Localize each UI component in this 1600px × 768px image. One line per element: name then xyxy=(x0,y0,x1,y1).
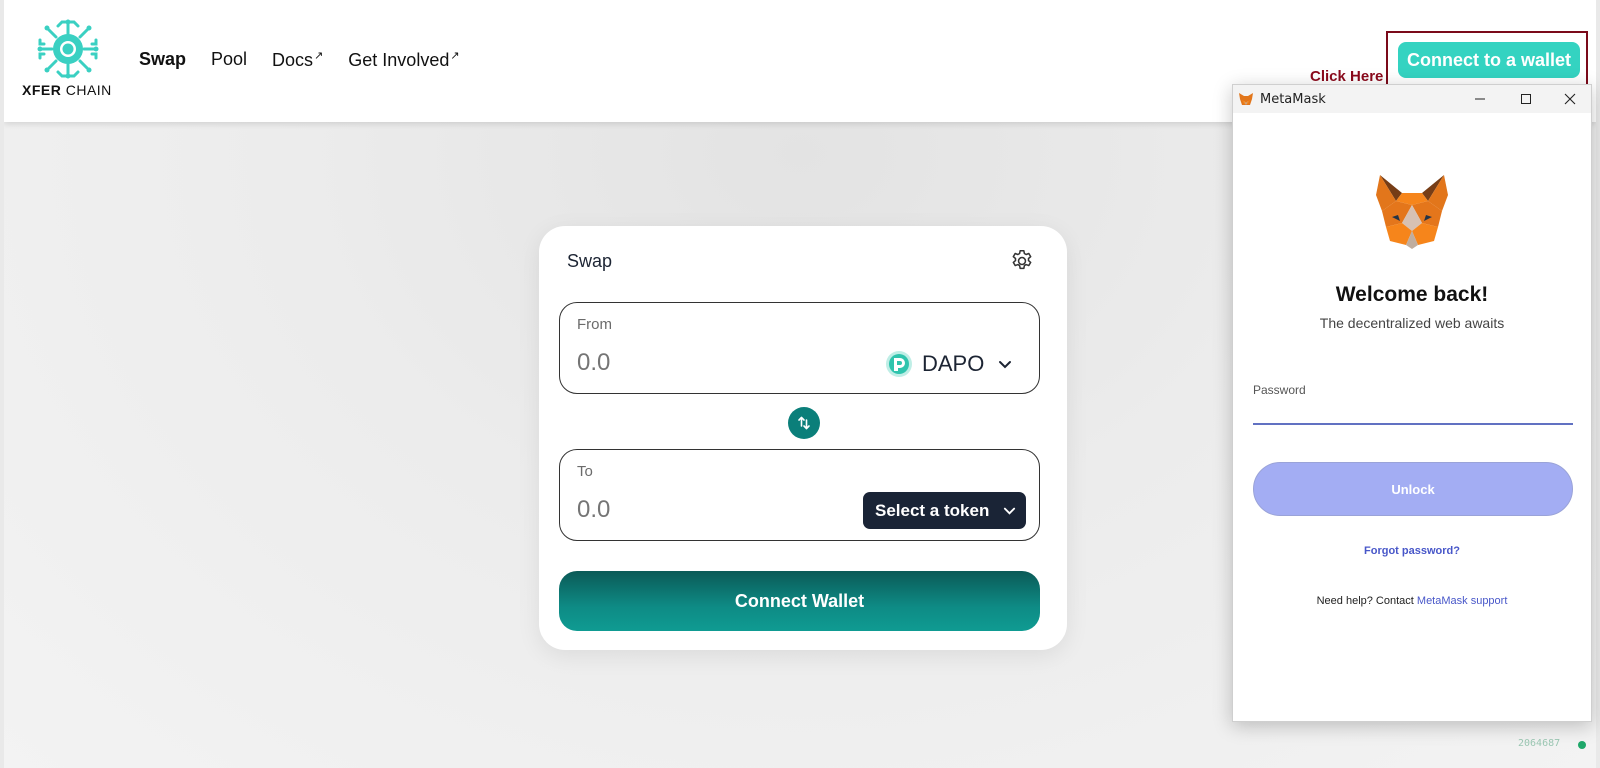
logo-wordmark: XFER CHAIN xyxy=(22,82,118,98)
logo-brand-bold: XFER xyxy=(22,82,62,98)
help-prefix: Need help? Contact xyxy=(1316,595,1417,607)
from-token-name: DAPO xyxy=(922,351,985,376)
nav-swap[interactable]: Swap xyxy=(139,49,186,71)
external-link-icon: ↗ xyxy=(450,50,460,62)
from-token-selector[interactable]: DAPO xyxy=(886,347,1012,381)
from-panel: From DAPO xyxy=(559,302,1040,394)
nav-docs[interactable]: Docs↗ xyxy=(272,49,323,71)
metamask-welcome-heading: Welcome back! xyxy=(1335,283,1489,306)
main-nav: Swap Pool Docs↗ Get Involved↗ xyxy=(139,49,460,71)
annotation-highlight-box: Connect to a wallet xyxy=(1386,31,1588,87)
close-button[interactable] xyxy=(1547,85,1593,113)
xfer-logo-icon xyxy=(37,19,99,79)
swap-card-title: Swap xyxy=(567,251,613,271)
build-number: 2064687 xyxy=(1518,738,1561,749)
nav-pool[interactable]: Pool xyxy=(211,49,247,71)
to-amount-input[interactable] xyxy=(577,496,777,524)
external-link-icon: ↗ xyxy=(314,50,324,62)
from-label: From xyxy=(577,316,612,333)
from-amount-input[interactable] xyxy=(577,349,777,377)
gear-icon[interactable] xyxy=(1009,248,1035,274)
metamask-fox-icon xyxy=(1239,93,1253,105)
select-token-label: Select a token xyxy=(875,500,990,520)
minimize-button[interactable] xyxy=(1457,85,1503,113)
password-label: Password xyxy=(1253,383,1306,397)
logo-brand-rest: CHAIN xyxy=(65,82,112,98)
metamask-window-title: MetaMask xyxy=(1260,91,1326,107)
to-panel: To Select a token xyxy=(559,449,1040,541)
metamask-subtitle: The decentralized web awaits xyxy=(1319,315,1505,331)
metamask-window: MetaMask Welcome back! The decentralized… xyxy=(1232,84,1592,722)
metamask-help-text: Need help? Contact MetaMask support xyxy=(1233,595,1591,607)
swap-direction-button[interactable] xyxy=(788,407,820,439)
metamask-support-link[interactable]: MetaMask support xyxy=(1417,595,1507,607)
swap-card: Swap From DAPO xyxy=(539,226,1067,650)
connect-wallet-button[interactable]: Connect Wallet xyxy=(559,571,1040,631)
minimize-icon xyxy=(1475,98,1485,100)
nav-get-involved[interactable]: Get Involved↗ xyxy=(348,49,459,71)
dapo-token-icon xyxy=(886,351,912,377)
chevron-down-icon xyxy=(1004,507,1016,515)
maximize-icon xyxy=(1521,94,1531,104)
xfer-chain-logo[interactable]: XFER CHAIN xyxy=(22,18,118,98)
nav-docs-label: Docs xyxy=(272,50,314,70)
to-label: To xyxy=(577,463,593,480)
nav-get-involved-label: Get Involved xyxy=(348,50,450,70)
password-input[interactable] xyxy=(1253,399,1573,425)
click-here-annotation: Click Here xyxy=(1310,68,1384,85)
forgot-password-link[interactable]: Forgot password? xyxy=(1233,545,1591,557)
unlock-button[interactable]: Unlock xyxy=(1253,462,1573,516)
chevron-down-icon xyxy=(999,361,1012,369)
close-icon xyxy=(1564,93,1576,105)
select-token-button[interactable]: Select a token xyxy=(863,492,1026,529)
maximize-button[interactable] xyxy=(1503,85,1549,113)
metamask-fox-icon xyxy=(1376,175,1448,249)
connect-to-wallet-button[interactable]: Connect to a wallet xyxy=(1398,42,1580,78)
metamask-titlebar[interactable]: MetaMask xyxy=(1233,85,1591,113)
swap-arrows-icon xyxy=(798,416,810,430)
status-dot-icon xyxy=(1578,741,1586,749)
